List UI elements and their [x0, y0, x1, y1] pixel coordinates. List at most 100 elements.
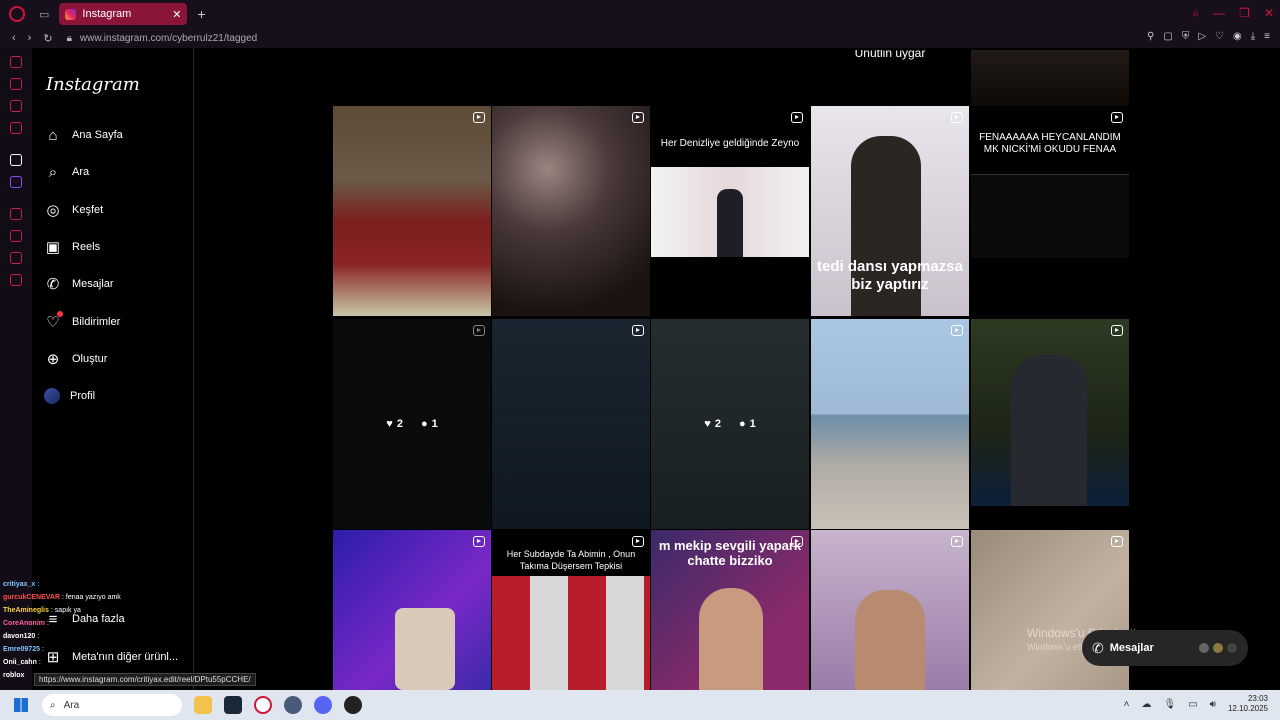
rail-chat-icon[interactable]: [10, 100, 22, 112]
chat-text: :: [47, 620, 49, 627]
steam-icon[interactable]: [224, 696, 242, 714]
snapshot-icon[interactable]: ▢: [1163, 31, 1172, 42]
avatar: [1226, 642, 1238, 654]
person-silhouette: [717, 189, 743, 257]
lock-icon[interactable]: 🔒︎: [67, 33, 72, 44]
url-field[interactable]: www.instagram.com/cyberrulz21/tagged: [80, 33, 257, 44]
post-tile[interactable]: tedi dansı yapmazsa biz yaptırız: [811, 106, 969, 316]
search-tabs-icon[interactable]: ⌕: [1192, 6, 1199, 21]
chat-user: TheAmineglis: [3, 607, 49, 614]
search-placeholder: Ara: [63, 699, 80, 711]
forward-icon[interactable]: ›: [28, 32, 32, 44]
rail-box-icon[interactable]: [10, 252, 22, 264]
chevron-up-icon[interactable]: ˄: [1124, 699, 1130, 710]
likes-count: ♥ 2: [386, 418, 403, 430]
nav-explore[interactable]: ◎ Keşfet: [44, 197, 184, 223]
hover-overlay: ♥ 2 ● 1: [651, 319, 809, 529]
post-tile[interactable]: Her Subdayde Ta Abimin , Onun Takıma Düş…: [492, 530, 650, 690]
post-tile[interactable]: [971, 319, 1129, 506]
message-avatars: [1198, 642, 1238, 654]
post-tile[interactable]: [811, 530, 969, 690]
post-tile[interactable]: [333, 106, 491, 316]
reel-icon: [632, 536, 644, 547]
new-tab-button[interactable]: +: [197, 6, 205, 22]
clock[interactable]: 23:03 12.10.2025: [1228, 694, 1268, 714]
tab-instagram[interactable]: Instagram ✕: [59, 3, 188, 25]
post-tile[interactable]: m mekip sevgili yapark chatte bizziko: [651, 530, 809, 690]
comments-value: 1: [431, 418, 438, 430]
cloud-icon[interactable]: ☁: [1141, 699, 1151, 710]
tab-close-icon[interactable]: ✕: [172, 8, 181, 21]
chat-message: CoreAnonim:: [0, 617, 190, 630]
pin-icon[interactable]: ⚲: [1147, 31, 1154, 42]
nav-search[interactable]: ⌕ Ara: [44, 159, 184, 185]
opera-logo-icon[interactable]: [9, 6, 25, 22]
reel-icon: [632, 325, 644, 336]
search-icon: ⌕: [50, 699, 56, 711]
reel-icon: [1111, 325, 1123, 336]
facecam: [395, 608, 455, 690]
menu-icon[interactable]: ≡: [1264, 31, 1270, 42]
nav-label: Reels: [72, 241, 101, 253]
rail-clock-icon[interactable]: [10, 230, 22, 242]
file-explorer-icon[interactable]: [194, 696, 212, 714]
volume-icon[interactable]: 🔊︎: [1210, 699, 1216, 710]
rail-bag-icon[interactable]: [10, 78, 22, 90]
post-tile[interactable]: [811, 319, 969, 529]
app-icon[interactable]: [284, 696, 302, 714]
post-tile-partial[interactable]: Unutlin uygar: [811, 50, 969, 106]
messages-button[interactable]: ✆ Mesajlar: [1082, 630, 1248, 666]
rail-history-icon[interactable]: [10, 56, 22, 68]
nav-notifications[interactable]: ♡ Bildirimler: [44, 309, 184, 335]
post-tile[interactable]: [333, 530, 491, 690]
heart-icon: ♡: [44, 311, 63, 331]
maximize-icon[interactable]: ❐: [1239, 6, 1250, 21]
windows-start-icon[interactable]: [14, 698, 28, 712]
chat-text: : sapık ya: [50, 607, 81, 614]
microphone-icon[interactable]: 🎙︎: [1163, 699, 1176, 710]
reel-icon: [473, 536, 485, 547]
chat-user: Emre09725: [3, 646, 40, 653]
close-window-icon[interactable]: ✕: [1264, 6, 1274, 21]
rail-settings-icon[interactable]: [10, 274, 22, 286]
rail-twitch-icon[interactable]: [10, 176, 22, 188]
post-tile[interactable]: [971, 530, 1129, 690]
download-icon[interactable]: ⤓: [1251, 31, 1255, 42]
post-tile[interactable]: ♥ 2 ● 1: [333, 319, 491, 529]
opera-taskbar-icon[interactable]: [254, 696, 272, 714]
discord-icon[interactable]: [314, 696, 332, 714]
post-tile[interactable]: [492, 319, 650, 529]
instagram-logo[interactable]: Instagram: [46, 74, 140, 95]
network-icon[interactable]: ▭: [1188, 699, 1197, 710]
post-tile-partial[interactable]: [971, 50, 1129, 106]
notification-dot: [57, 311, 63, 317]
likes-count: ♥ 2: [704, 418, 721, 430]
nav-reels[interactable]: ▣ Reels: [44, 234, 184, 260]
post-tile[interactable]: FENAAAAAA HEYCANLANDIM MK NICKİ'Mİ OKUDU…: [971, 106, 1129, 258]
tab-menu-icon[interactable]: ▭: [39, 8, 49, 21]
minimize-icon[interactable]: —: [1213, 6, 1225, 21]
person-silhouette: [699, 588, 763, 690]
rail-player-icon[interactable]: [10, 208, 22, 220]
rail-messenger-icon[interactable]: [10, 122, 22, 134]
chat-user: roblox: [3, 672, 25, 679]
post-tile[interactable]: [492, 106, 650, 316]
window-controls: ⌕ — ❐ ✕: [1192, 6, 1274, 21]
nav-create[interactable]: ⊕ Oluştur: [44, 346, 184, 372]
post-tile[interactable]: ♥ 2 ● 1: [651, 319, 809, 529]
play-icon[interactable]: ▷: [1198, 31, 1206, 42]
taskbar-search[interactable]: ⌕ Ara: [42, 694, 182, 716]
chat-message: TheAmineglis: sapık ya: [0, 604, 190, 617]
nav-messages[interactable]: ✆ Mesajlar: [44, 271, 184, 297]
account-icon[interactable]: ◉: [1233, 31, 1242, 42]
obs-icon[interactable]: [344, 696, 362, 714]
nav-home[interactable]: ⌂ Ana Sayfa: [44, 122, 184, 148]
back-icon[interactable]: ‹: [12, 32, 16, 44]
heart-bookmark-icon[interactable]: ♡: [1215, 31, 1224, 42]
shield-icon[interactable]: ⛨: [1182, 31, 1190, 42]
rail-app-icon[interactable]: [10, 154, 22, 166]
clock-date: 12.10.2025: [1227, 704, 1268, 713]
reload-icon[interactable]: ↻: [43, 32, 52, 45]
post-tile[interactable]: Her Denizliye geldiğinde Zeyno: [651, 106, 809, 316]
nav-profile[interactable]: Profil: [44, 383, 184, 409]
